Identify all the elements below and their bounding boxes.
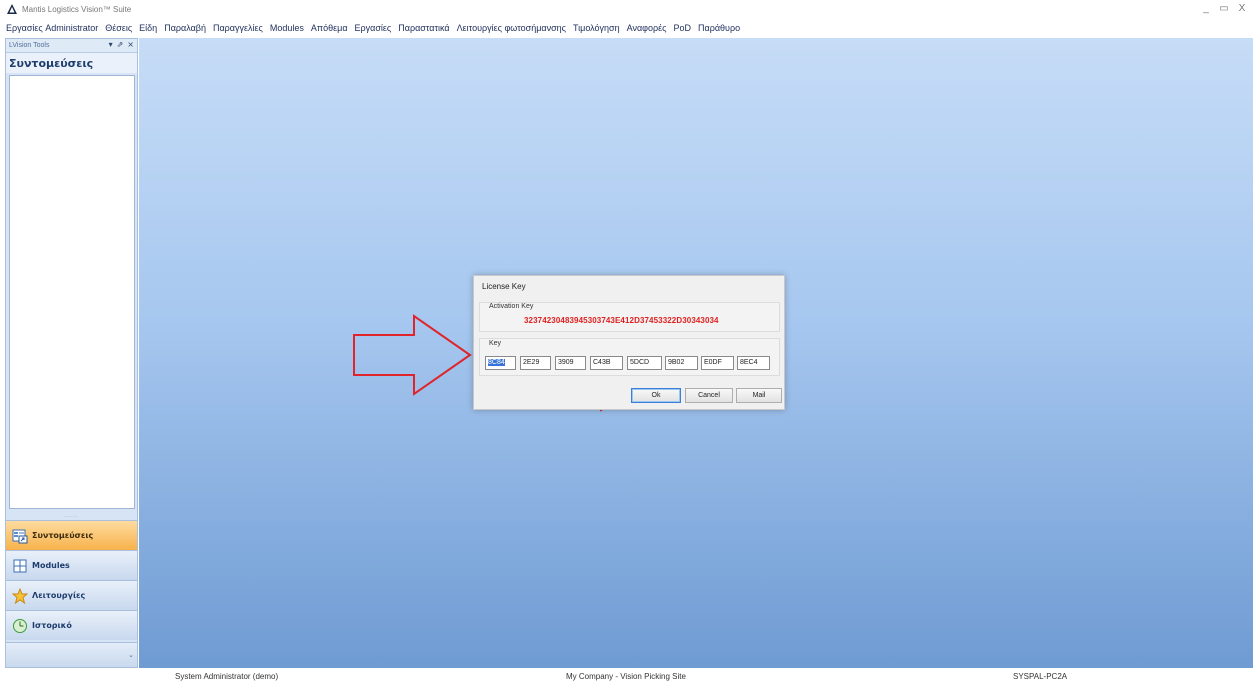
- key-part-2[interactable]: 2E29: [520, 356, 551, 370]
- menu-stock[interactable]: Απόθεμα: [311, 23, 348, 33]
- key-part-1[interactable]: 8C84: [485, 356, 516, 370]
- restore-button[interactable]: ▭: [1219, 3, 1229, 14]
- menu-orders[interactable]: Παραγγελίες: [213, 23, 263, 33]
- panel-close-icon[interactable]: ×: [127, 40, 134, 49]
- tools-panel-header: LVision Tools ▾ ⇗ ×: [6, 39, 137, 53]
- menu-tasks[interactable]: Εργασίες: [355, 23, 392, 33]
- key-part-4[interactable]: C43B: [590, 356, 623, 370]
- menu-pod[interactable]: PoD: [673, 23, 691, 33]
- minimize-button[interactable]: _: [1201, 3, 1211, 14]
- window-controls: _ ▭ X: [1201, 3, 1247, 14]
- status-user: System Administrator (demo): [175, 672, 279, 681]
- shortcuts-list[interactable]: [9, 75, 135, 509]
- key-label: Key: [489, 340, 502, 347]
- menu-invoicing[interactable]: Τιμολόγηση: [573, 23, 620, 33]
- menu-pick-to-light[interactable]: Λειτουργίες φωτοσήμανσης: [457, 23, 566, 33]
- panel-dropdown-icon[interactable]: ▾: [109, 40, 113, 49]
- menu-window[interactable]: Παράθυρο: [698, 23, 740, 33]
- menu-reports[interactable]: Αναφορές: [627, 23, 667, 33]
- key-part-6[interactable]: 9B02: [665, 356, 698, 370]
- menu-items[interactable]: Είδη: [139, 23, 157, 33]
- menu-locations[interactable]: Θέσεις: [105, 23, 132, 33]
- cancel-button[interactable]: Cancel: [685, 388, 733, 403]
- key-part-8[interactable]: 8EC4: [737, 356, 770, 370]
- close-button[interactable]: X: [1237, 3, 1247, 14]
- window-title: Mantis Logistics Vision™ Suite: [22, 4, 132, 14]
- ok-button[interactable]: Ok: [631, 388, 681, 403]
- nav-shortcuts-label: Συντομεύσεις: [32, 531, 94, 540]
- activation-key-value: 32374230483945303743E412D37453322D303430…: [524, 316, 719, 325]
- shortcuts-icon: [12, 529, 28, 543]
- tools-panel: LVision Tools ▾ ⇗ × Συντομεύσεις ..... Σ…: [5, 38, 138, 668]
- panel-splitter-grip[interactable]: .....: [6, 512, 137, 520]
- menu-receiving[interactable]: Παραλαβή: [164, 23, 206, 33]
- nav-history-label: Ιστορικό: [32, 621, 72, 630]
- nav-modules-label: Modules: [32, 561, 70, 570]
- title-bar: Mantis Logistics Vision™ Suite _ ▭ X: [0, 0, 1253, 18]
- mail-button[interactable]: Mail: [736, 388, 782, 403]
- pointer-arrow-large-icon: [353, 314, 472, 396]
- nav-modules[interactable]: Modules: [6, 550, 137, 580]
- license-key-dialog: License Key Activation Key 3237423048394…: [473, 275, 785, 410]
- key-part-7[interactable]: E0DF: [701, 356, 734, 370]
- nav-functions-label: Λειτουργίες: [32, 591, 86, 600]
- history-icon: [13, 618, 27, 633]
- nav-functions[interactable]: Λειτουργίες: [6, 580, 137, 610]
- tools-panel-title: LVision Tools: [9, 42, 50, 49]
- status-company: My Company - Vision Picking Site: [566, 672, 686, 681]
- modules-icon: [13, 559, 27, 572]
- chevron-down-icon[interactable]: ⌄: [128, 651, 134, 659]
- key-part-5[interactable]: 5DCD: [627, 356, 662, 370]
- menu-documents[interactable]: Παραστατικά: [398, 23, 449, 33]
- status-computer-name: SYSPAL-PC2A: [1013, 672, 1068, 681]
- star-icon: [12, 587, 28, 604]
- shortcuts-section-title: Συντομεύσεις: [6, 53, 137, 73]
- status-bar: System Administrator (demo) My Company -…: [0, 668, 1253, 684]
- nav-shortcuts[interactable]: Συντομεύσεις: [6, 520, 137, 550]
- nav-overflow-bar[interactable]: ⌄: [6, 642, 137, 667]
- menu-bar: Εργασίες Administrator Θέσεις Είδη Παραλ…: [0, 18, 1253, 38]
- menu-modules[interactable]: Modules: [270, 23, 304, 33]
- activation-key-label: Activation Key: [489, 303, 534, 310]
- panel-pin-icon[interactable]: ⇗: [117, 40, 124, 49]
- dialog-title: License Key: [482, 282, 526, 291]
- key-part-3[interactable]: 3909: [555, 356, 586, 370]
- app-logo-icon: [7, 4, 17, 14]
- nav-history[interactable]: Ιστορικό: [6, 610, 137, 640]
- menu-admin-tasks[interactable]: Εργασίες Administrator: [6, 23, 98, 33]
